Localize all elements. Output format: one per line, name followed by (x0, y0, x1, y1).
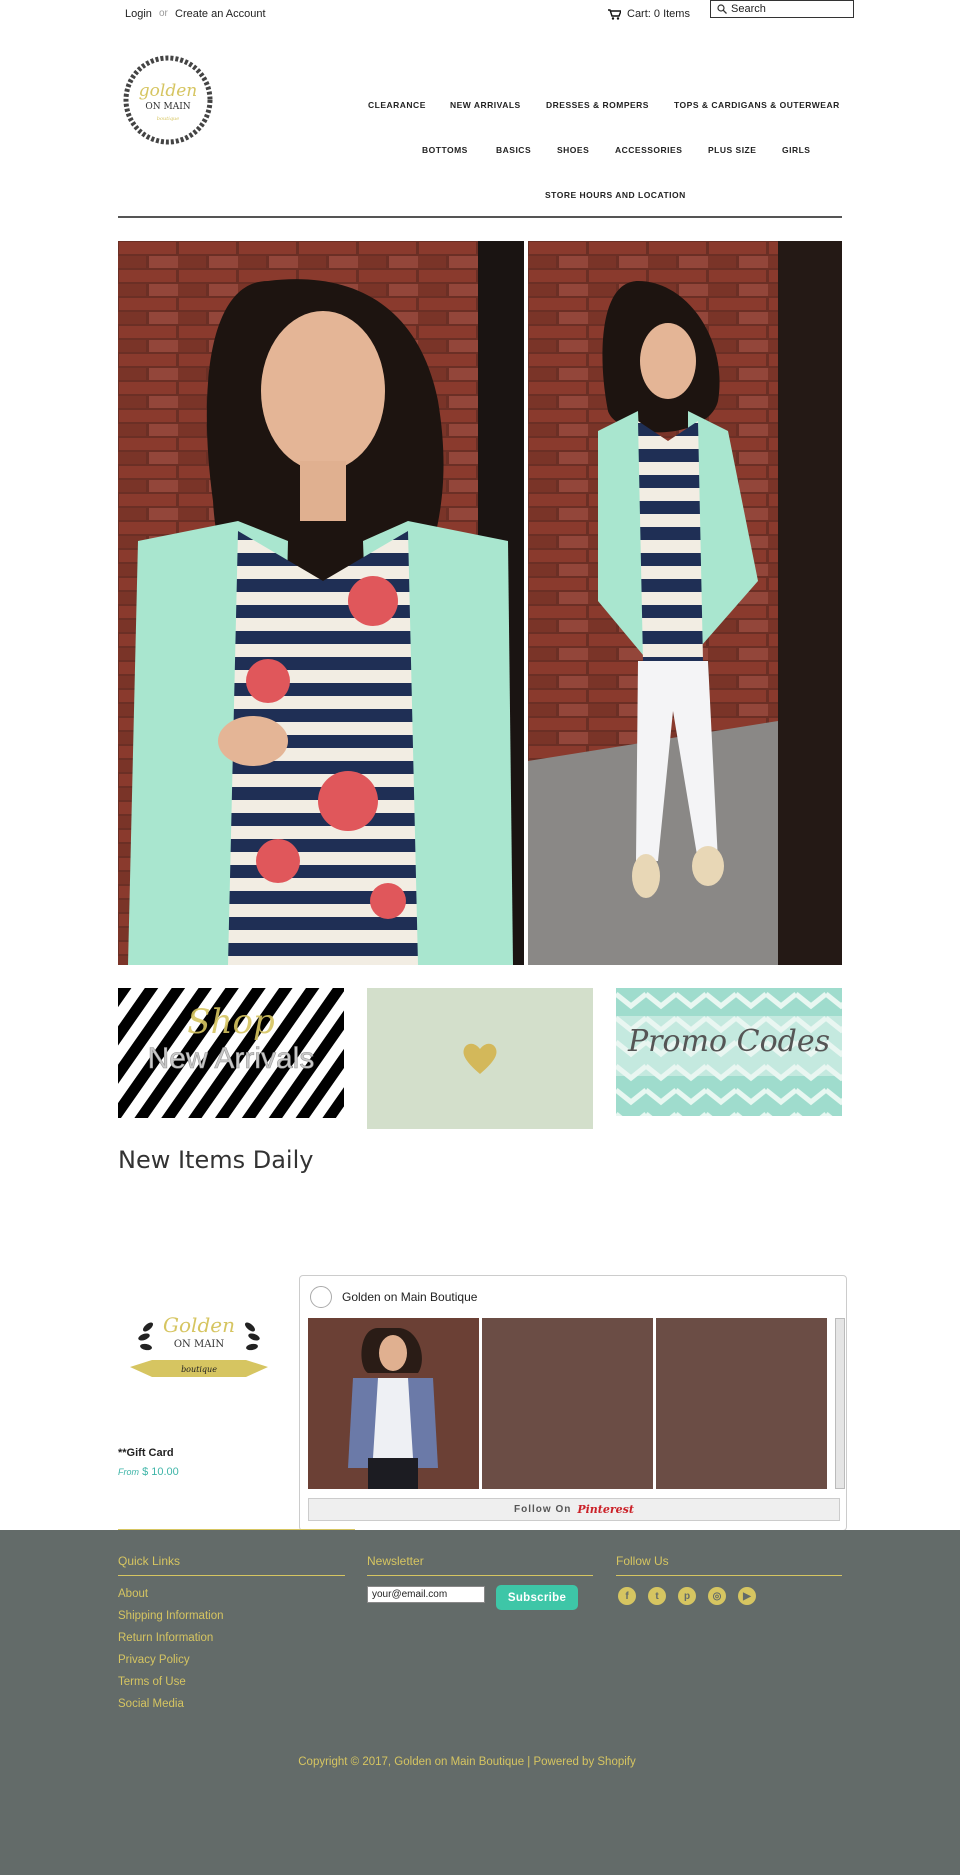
search-placeholder: Search (731, 3, 766, 15)
instagram-icon[interactable]: ◎ (708, 1587, 726, 1605)
nav-accessories[interactable]: ACCESSORIES (615, 145, 682, 155)
pinterest-widget: Golden on Main Boutique Follow On Pinter… (299, 1275, 847, 1531)
nav-bottoms[interactable]: BOTTOMS (422, 145, 468, 155)
footer-link-about[interactable]: About (118, 1588, 148, 1600)
pinterest-pin-2[interactable] (482, 1318, 653, 1489)
pinterest-follow-button[interactable]: Follow On Pinterest (308, 1498, 840, 1521)
newsletter-heading: Newsletter (367, 1554, 424, 1568)
footer-link-social[interactable]: Social Media (118, 1698, 184, 1710)
create-account-link[interactable]: Create an Account (175, 8, 266, 20)
facebook-icon[interactable]: f (618, 1587, 636, 1605)
pinterest-avatar[interactable] (310, 1286, 332, 1308)
section-title: New Items Daily (118, 1146, 314, 1174)
promo-codes-text: Promo Codes (627, 1024, 830, 1059)
follow-us-heading: Follow Us (616, 1554, 669, 1568)
promo-codes-tile[interactable]: Promo Codes (616, 988, 842, 1116)
product-price: From $ 10.00 (118, 1466, 179, 1478)
new-arrivals-text: New Arrivals (148, 1042, 315, 1075)
nav-store-hours-location[interactable]: STORE HOURS AND LOCATION (545, 190, 686, 200)
footer-link-returns[interactable]: Return Information (118, 1632, 213, 1644)
heart-icon (463, 1043, 497, 1074)
hero-image-right[interactable] (528, 241, 842, 965)
price-value: $ 10.00 (142, 1466, 179, 1478)
hero-image-left[interactable] (118, 241, 524, 965)
cart-link[interactable]: Cart: 0 Items (608, 8, 690, 20)
store-logo[interactable]: golden ON MAIN boutique (122, 54, 214, 146)
quick-links-rule (118, 1575, 345, 1576)
subscribe-button[interactable]: Subscribe (496, 1585, 578, 1610)
cart-label: Cart: 0 Items (627, 8, 690, 20)
footer-link-shipping[interactable]: Shipping Information (118, 1610, 223, 1622)
pinterest-icon[interactable]: p (678, 1587, 696, 1605)
follow-on-label: Follow On (514, 1504, 572, 1515)
login-link[interactable]: Login (125, 8, 152, 20)
quick-links-heading: Quick Links (118, 1554, 181, 1568)
pinterest-pin-3[interactable] (656, 1318, 827, 1489)
shop-new-arrivals-tile[interactable]: Shop New Arrivals (118, 988, 344, 1118)
header-divider (118, 216, 842, 218)
search-input[interactable]: Search (710, 0, 854, 18)
nav-tops-cardigans-outerwear[interactable]: TOPS & CARDIGANS & OUTERWEAR (674, 100, 840, 110)
shop-text: Shop (187, 1002, 274, 1042)
youtube-icon[interactable]: ▶ (738, 1587, 756, 1605)
pinterest-board-title[interactable]: Golden on Main Boutique (342, 1290, 477, 1304)
nav-basics[interactable]: BASICS (496, 145, 531, 155)
product-name[interactable]: **Gift Card (118, 1447, 174, 1459)
newsletter-rule (367, 1575, 593, 1576)
nav-new-arrivals[interactable]: NEW ARRIVALS (450, 100, 521, 110)
heart-tile[interactable] (367, 988, 593, 1129)
product-logo-golden: Golden (163, 1313, 235, 1337)
logo-onmain-text: ON MAIN (145, 102, 190, 112)
newsletter-email-field[interactable]: your@email.com (367, 1586, 485, 1603)
pinterest-brand: Pinterest (577, 1503, 634, 1516)
footer-link-terms[interactable]: Terms of Use (118, 1676, 186, 1688)
pinterest-scrollbar[interactable] (835, 1318, 845, 1489)
product-logo-onmain: ON MAIN (174, 1339, 225, 1350)
cart-icon (608, 8, 621, 20)
top-bar: Login or Create an Account Cart: 0 Items… (0, 0, 960, 28)
twitter-icon[interactable]: t (648, 1587, 666, 1605)
nav-clearance[interactable]: CLEARANCE (368, 100, 426, 110)
nav-dresses-rompers[interactable]: DRESSES & ROMPERS (546, 100, 649, 110)
nav-shoes[interactable]: SHOES (557, 145, 589, 155)
product-image[interactable]: Golden ON MAIN boutique (124, 1305, 274, 1395)
pinterest-pin-1[interactable] (308, 1318, 479, 1489)
price-from: From (118, 1467, 139, 1477)
product-logo-ribbon: boutique (181, 1365, 217, 1374)
search-icon (717, 4, 727, 14)
logo-golden-text: golden (139, 81, 197, 101)
footer-link-privacy[interactable]: Privacy Policy (118, 1654, 190, 1666)
logo-boutique-text: boutique (157, 116, 179, 122)
nav-girls[interactable]: GIRLS (782, 145, 810, 155)
copyright: Copyright © 2017, Golden on Main Boutiqu… (298, 1756, 636, 1768)
nav-plus-size[interactable]: PLUS SIZE (708, 145, 756, 155)
or-separator: or (159, 8, 168, 19)
follow-us-rule (616, 1575, 842, 1576)
